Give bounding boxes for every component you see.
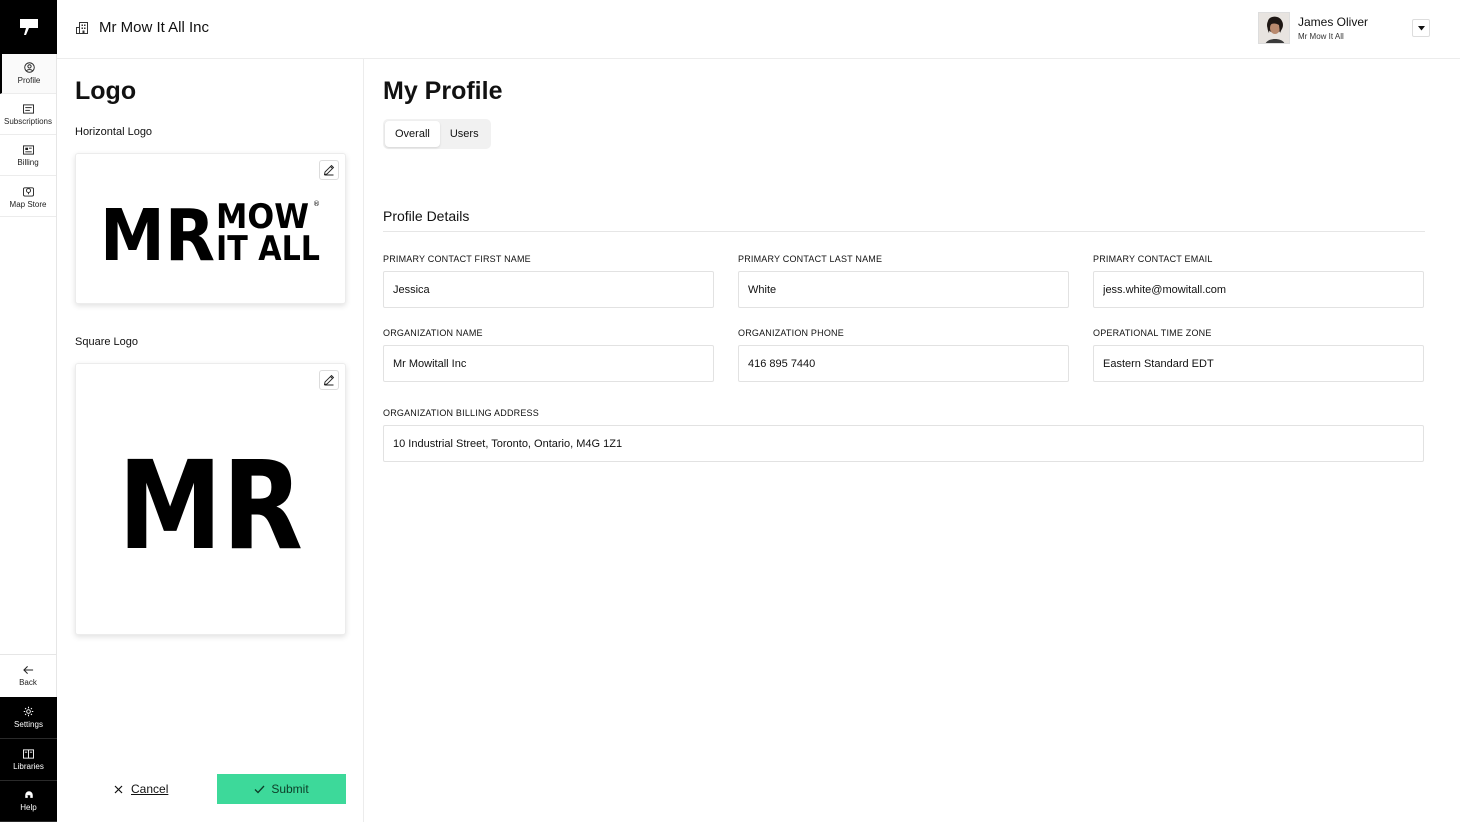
logo-panel: Logo Horizontal Logo MR MOW IT ALL ® Squ… <box>57 59 364 822</box>
org-name-input[interactable] <box>383 345 714 382</box>
help-icon <box>24 791 33 798</box>
nav-item-settings[interactable]: Settings <box>0 697 57 739</box>
timezone-input[interactable] <box>1093 345 1424 382</box>
back-button[interactable]: Back <box>0 654 56 696</box>
square-logo-image: MR <box>118 435 303 577</box>
close-icon <box>114 785 123 793</box>
submit-button[interactable]: Submit <box>217 774 346 804</box>
email-label: PRIMARY CONTACT EMAIL <box>1093 254 1213 264</box>
last-name-field-group: PRIMARY CONTACT LAST NAME <box>738 254 1069 308</box>
org-header: Mr Mow It All Inc <box>75 19 209 36</box>
section-title: Profile Details <box>383 208 470 224</box>
page-title: My Profile <box>383 77 503 105</box>
list-icon <box>22 103 34 114</box>
org-phone-label: ORGANIZATION PHONE <box>738 328 844 338</box>
org-name-field-group: ORGANIZATION NAME <box>383 328 714 382</box>
square-logo-mr: MR <box>118 435 303 577</box>
caret-down-icon <box>1417 25 1425 30</box>
org-name: Mr Mow It All Inc <box>99 19 210 36</box>
section-divider <box>383 231 1425 232</box>
profile-main: My Profile Overall Users Profile Details… <box>365 59 1460 822</box>
book-icon <box>23 748 34 759</box>
logo-title: Logo <box>75 77 137 105</box>
billing-address-input[interactable] <box>383 425 1424 462</box>
user-menu[interactable]: James Oliver Mr Mow It All <box>1258 12 1430 44</box>
arrow-left-icon <box>22 665 33 674</box>
nav-item-profile[interactable]: Profile <box>0 54 56 94</box>
nav-item-billing[interactable]: Billing <box>0 136 56 176</box>
building-icon <box>76 21 88 34</box>
horizontal-logo-card: MR MOW IT ALL ® <box>75 153 346 304</box>
first-name-input[interactable] <box>383 271 714 308</box>
nav-item-label: Settings <box>14 720 43 729</box>
user-circle-icon <box>23 62 35 73</box>
nav-item-subscriptions[interactable]: Subscriptions <box>0 95 56 135</box>
back-label: Back <box>19 677 37 687</box>
square-logo-label: Square Logo <box>75 336 138 348</box>
horizontal-logo-it-all: IT ALL <box>216 229 320 269</box>
user-name: James Oliver <box>1298 15 1369 29</box>
last-name-label: PRIMARY CONTACT LAST NAME <box>738 254 883 264</box>
cancel-button[interactable]: Cancel <box>114 782 168 796</box>
horizontal-logo-image: MR MOW IT ALL ® <box>100 194 320 277</box>
submit-label: Submit <box>271 782 309 796</box>
timezone-field-group: OPERATIONAL TIME ZONE <box>1093 328 1424 382</box>
last-name-input[interactable] <box>738 271 1069 308</box>
check-icon <box>254 785 265 793</box>
nav-item-libraries[interactable]: Libraries <box>0 739 57 781</box>
nav-item-label: Help <box>20 803 37 812</box>
user-org: Mr Mow It All <box>1298 32 1344 41</box>
org-name-label: ORGANIZATION NAME <box>383 328 483 338</box>
user-info: James Oliver Mr Mow It All <box>1298 15 1408 41</box>
org-phone-input[interactable] <box>738 345 1069 382</box>
nav-item-label: Billing <box>17 157 39 167</box>
square-logo-card: MR <box>75 363 346 635</box>
tab-overall[interactable]: Overall <box>385 121 440 147</box>
gear-icon <box>23 706 34 717</box>
nav-item-label: Libraries <box>13 761 44 771</box>
top-bar: Mr Mow It All Inc James Oliver Mr Mow It… <box>57 0 1460 59</box>
email-field-group: PRIMARY CONTACT EMAIL <box>1093 254 1424 308</box>
billing-icon <box>22 144 34 155</box>
app-logo[interactable] <box>0 0 57 54</box>
billing-address-field-group: ORGANIZATION BILLING ADDRESS <box>383 408 1424 462</box>
app-logo-icon <box>19 19 38 35</box>
email-input[interactable] <box>1093 271 1424 308</box>
avatar[interactable] <box>1258 12 1290 44</box>
left-rail: Profile Subscriptions Billing Map Store … <box>0 0 57 822</box>
nav-item-map-store[interactable]: Map Store <box>0 177 56 217</box>
horizontal-logo-registered: ® <box>313 200 320 208</box>
horizontal-logo-label: Horizontal Logo <box>75 126 153 138</box>
billing-address-label: ORGANIZATION BILLING ADDRESS <box>383 408 539 418</box>
nav-item-label: Profile <box>17 76 41 85</box>
horizontal-logo-mr: MR <box>100 194 215 277</box>
user-dropdown-button[interactable] <box>1412 19 1430 37</box>
map-pin-icon <box>22 186 34 196</box>
timezone-label: OPERATIONAL TIME ZONE <box>1093 328 1212 338</box>
cancel-label: Cancel <box>131 782 169 796</box>
profile-tabs: Overall Users <box>383 119 491 149</box>
first-name-label: PRIMARY CONTACT FIRST NAME <box>383 254 531 264</box>
nav-item-label: Subscriptions <box>3 116 53 126</box>
user-avatar-image <box>1259 13 1289 43</box>
first-name-field-group: PRIMARY CONTACT FIRST NAME <box>383 254 714 308</box>
nav-item-label: Map Store <box>9 199 47 209</box>
tab-users[interactable]: Users <box>440 121 489 147</box>
nav-item-help[interactable]: Help <box>0 781 57 822</box>
org-phone-field-group: ORGANIZATION PHONE <box>738 328 1069 382</box>
